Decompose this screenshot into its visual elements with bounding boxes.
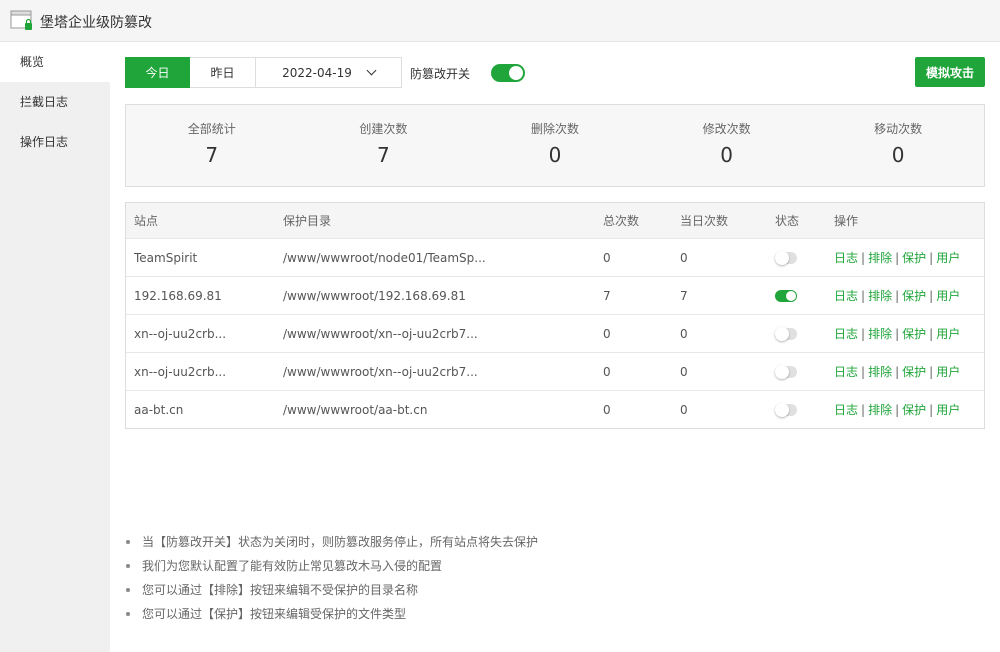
site-status-toggle[interactable]	[775, 326, 797, 341]
tamper-switch-toggle[interactable]	[491, 64, 525, 82]
log-link[interactable]: 日志	[834, 365, 858, 379]
log-link[interactable]: 日志	[834, 327, 858, 341]
window-shield-icon	[10, 10, 32, 30]
protect-link[interactable]: 保护	[902, 327, 926, 341]
stat-total: 全部统计 7	[187, 122, 236, 167]
header-today: 当日次数	[680, 214, 729, 228]
tip-item: 我们为您默认配置了能有效防止常见篡改木马入侵的配置	[125, 554, 538, 578]
stat-delete: 删除次数 0	[530, 122, 579, 167]
stat-create: 创建次数 7	[359, 122, 408, 167]
protect-dir: /www/wwwroot/node01/TeamSp...	[283, 250, 486, 265]
chevron-down-icon	[366, 65, 377, 76]
header-ops: 操作	[834, 214, 859, 228]
table-row: 192.168.69.81 /www/wwwroot/192.168.69.81…	[126, 276, 984, 314]
sidebar-item-overview[interactable]: 概览	[0, 42, 110, 82]
log-link[interactable]: 日志	[834, 403, 858, 417]
date-picker[interactable]: 2022-04-19	[256, 57, 402, 88]
table-header: 站点 保护目录 总次数 当日次数 状态 操作	[126, 203, 984, 238]
exclude-link[interactable]: 排除	[868, 365, 892, 379]
stat-move: 移动次数 0	[874, 122, 923, 167]
exclude-link[interactable]: 排除	[868, 251, 892, 265]
total-count: 0	[603, 250, 611, 265]
table-row: xn--oj-uu2crb... /www/wwwroot/xn--oj-uu2…	[126, 352, 984, 390]
total-count: 0	[603, 326, 611, 341]
header-site: 站点	[134, 214, 159, 228]
user-link[interactable]: 用户	[936, 289, 960, 303]
log-link[interactable]: 日志	[834, 251, 858, 265]
tip-item: 您可以通过【保护】按钮来编辑受保护的文件类型	[125, 602, 538, 626]
total-count: 0	[603, 364, 611, 379]
header-dir: 保护目录	[283, 214, 332, 228]
site-name: xn--oj-uu2crb...	[134, 326, 227, 341]
site-status-toggle[interactable]	[775, 250, 797, 265]
tamper-switch-label: 防篡改开关	[410, 67, 471, 81]
user-link[interactable]: 用户	[936, 327, 960, 341]
user-link[interactable]: 用户	[936, 365, 960, 379]
total-count: 7	[603, 288, 611, 303]
today-count: 0	[680, 402, 688, 417]
protect-dir: /www/wwwroot/xn--oj-uu2crb7...	[283, 326, 478, 341]
table-row: TeamSpirit /www/wwwroot/node01/TeamSp...…	[126, 238, 984, 276]
protect-link[interactable]: 保护	[902, 365, 926, 379]
tip-item: 当【防篡改开关】状态为关闭时，则防篡改服务停止，所有站点将失去保护	[125, 530, 538, 554]
today-count: 0	[680, 250, 688, 265]
tips-list: 当【防篡改开关】状态为关闭时，则防篡改服务停止，所有站点将失去保护 我们为您默认…	[125, 530, 538, 626]
sidebar: 概览 拦截日志 操作日志	[0, 42, 110, 652]
date-value: 2022-04-19	[282, 65, 352, 80]
log-link[interactable]: 日志	[834, 289, 858, 303]
header-total: 总次数	[603, 214, 640, 228]
user-link[interactable]: 用户	[936, 403, 960, 417]
site-name: aa-bt.cn	[134, 402, 184, 417]
today-count: 0	[680, 364, 688, 379]
site-name: 192.168.69.81	[134, 288, 222, 303]
simulate-attack-button[interactable]: 模拟攻击	[915, 57, 985, 87]
protect-link[interactable]: 保护	[902, 251, 926, 265]
site-name: TeamSpirit	[134, 250, 198, 265]
stats-panel: 全部统计 7 创建次数 7 删除次数 0 修改次数 0 移动次数 0	[125, 104, 985, 187]
site-status-toggle[interactable]	[775, 364, 797, 379]
site-name: xn--oj-uu2crb...	[134, 364, 227, 379]
table-row: aa-bt.cn /www/wwwroot/aa-bt.cn 0 0 日志 | 排除…	[126, 390, 984, 428]
sites-table: 站点 保护目录 总次数 当日次数 状态 操作 TeamSpirit /www/w…	[125, 202, 985, 429]
protect-dir: /www/wwwroot/192.168.69.81	[283, 288, 466, 303]
protect-dir: /www/wwwroot/xn--oj-uu2crb7...	[283, 364, 478, 379]
yesterday-tab[interactable]: 昨日	[190, 57, 256, 88]
header-state: 状态	[775, 214, 800, 228]
exclude-link[interactable]: 排除	[868, 403, 892, 417]
tip-item: 您可以通过【排除】按钮来编辑不受保护的目录名称	[125, 578, 538, 602]
table-row: xn--oj-uu2crb... /www/wwwroot/xn--oj-uu2…	[126, 314, 984, 352]
sidebar-item-intercept-log[interactable]: 拦截日志	[0, 82, 110, 122]
app-title: 堡塔企业级防篡改	[40, 15, 152, 31]
date-toolbar: 今日 昨日 2022-04-19	[125, 57, 402, 88]
protect-link[interactable]: 保护	[902, 403, 926, 417]
protect-dir: /www/wwwroot/aa-bt.cn	[283, 402, 428, 417]
site-status-toggle[interactable]	[775, 289, 797, 302]
user-link[interactable]: 用户	[936, 251, 960, 265]
stat-modify: 修改次数 0	[702, 122, 751, 167]
main-panel: 今日 昨日 2022-04-19 防篡改开关 模拟攻击 全部统计 7 创建次数 …	[110, 42, 1000, 652]
site-status-toggle[interactable]	[775, 402, 797, 417]
sidebar-item-operation-log[interactable]: 操作日志	[0, 122, 110, 162]
exclude-link[interactable]: 排除	[868, 289, 892, 303]
total-count: 0	[603, 402, 611, 417]
today-tab[interactable]: 今日	[125, 57, 190, 88]
title-bar: 堡塔企业级防篡改	[0, 0, 1000, 42]
today-count: 0	[680, 326, 688, 341]
today-count: 7	[680, 288, 688, 303]
protect-link[interactable]: 保护	[902, 289, 926, 303]
exclude-link[interactable]: 排除	[868, 327, 892, 341]
